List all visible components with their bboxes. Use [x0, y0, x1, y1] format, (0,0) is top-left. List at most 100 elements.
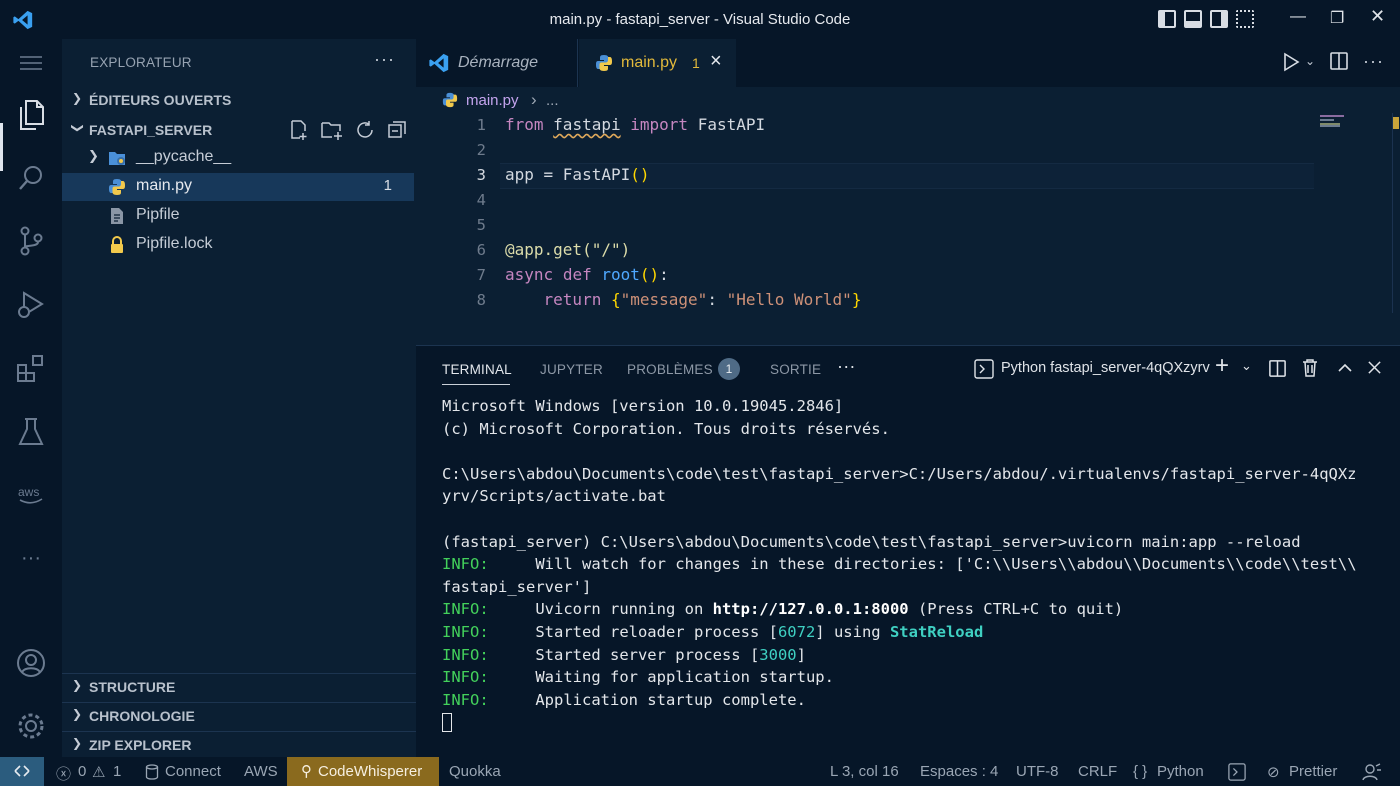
minimap[interactable] — [1318, 113, 1388, 153]
timeline-section[interactable]: ❯ CHRONOLOGIE — [62, 702, 416, 728]
extensions-icon[interactable] — [15, 352, 47, 384]
connect-button[interactable]: Connect — [165, 763, 221, 780]
python-icon — [596, 55, 612, 71]
explorer-sidebar: EXPLORATEUR ··· ❯ ÉDITEURS OUVERTS ❯ FAS… — [62, 39, 416, 757]
tree-item-pipfile-lock[interactable]: Pipfile.lock — [62, 231, 414, 259]
terminal-status-icon[interactable] — [1228, 763, 1246, 781]
tree-item-pycache[interactable]: ❯ __pycache__ — [62, 144, 414, 172]
account-icon[interactable] — [15, 647, 47, 679]
collapse-all-icon[interactable] — [386, 119, 408, 141]
terminal-output[interactable]: Microsoft Windows [version 10.0.19045.28… — [442, 395, 1357, 734]
breadcrumb-file[interactable]: main.py — [466, 92, 519, 109]
explorer-icon[interactable] — [15, 99, 47, 131]
codewhisperer-button[interactable]: ⚲ CodeWhisperer — [287, 757, 439, 786]
chevron-down-icon[interactable]: ⌄ — [1241, 358, 1252, 374]
tab-main-py[interactable]: main.py 1 × — [579, 39, 736, 87]
more-actions-icon[interactable]: ··· — [1363, 51, 1384, 73]
trash-icon[interactable] — [1301, 358, 1319, 378]
breadcrumb-symbols[interactable]: ... — [546, 92, 559, 109]
editor-scrollbar[interactable] — [1392, 113, 1400, 313]
tab-demarrage[interactable]: Démarrage — [416, 39, 578, 87]
panel-more-button[interactable]: ··· — [837, 356, 856, 377]
testing-flask-icon[interactable] — [15, 416, 47, 448]
layout-controls — [1158, 10, 1254, 28]
terminal-line: INFO: Started server process [3000] — [442, 644, 1357, 667]
code-editor[interactable]: 1 from fastapi import FastAPI 2 3 app = … — [416, 113, 1400, 345]
server-url-link[interactable]: http://127.0.0.1:8000 — [713, 600, 909, 618]
remote-indicator[interactable] — [0, 757, 44, 786]
toggle-secondary-sidebar-icon[interactable] — [1210, 10, 1228, 28]
project-section[interactable]: ❯ FASTAPI_SERVER — [62, 117, 416, 143]
end-of-line[interactable]: CRLF — [1078, 763, 1117, 780]
new-folder-icon[interactable] — [320, 119, 344, 141]
terminal-line: fastapi_server'] — [442, 577, 592, 596]
run-debug-icon[interactable] — [15, 289, 47, 321]
feedback-icon[interactable] — [1362, 763, 1382, 781]
minimize-button[interactable]: — — [1290, 8, 1306, 26]
quokka-button[interactable]: Quokka — [449, 763, 501, 780]
source-control-icon[interactable] — [15, 225, 47, 257]
tab-close-icon[interactable]: × — [710, 50, 722, 73]
keyword: def — [562, 265, 592, 284]
maximize-panel-icon[interactable] — [1337, 360, 1353, 376]
chevron-down-icon[interactable]: ⌄ — [1305, 54, 1315, 73]
new-terminal-icon[interactable]: + — [1215, 352, 1229, 380]
code-colon: : — [707, 290, 727, 309]
terminal-name[interactable]: Python fastapi_server-4qQXzyrv — [1001, 360, 1210, 376]
close-panel-icon[interactable] — [1367, 360, 1382, 375]
python-icon — [109, 179, 125, 195]
code-brace: } — [851, 290, 862, 309]
customize-layout-icon[interactable] — [1236, 10, 1254, 28]
tab-jupyter[interactable]: JUPYTER — [540, 362, 603, 377]
split-editor-icon[interactable] — [1329, 51, 1349, 71]
warning-icon[interactable]: ⚠ — [92, 763, 105, 781]
settings-gear-icon[interactable] — [15, 710, 47, 742]
menu-icon[interactable] — [15, 47, 47, 79]
new-file-icon[interactable] — [288, 119, 310, 141]
tab-problems[interactable]: PROBLÈMES — [627, 362, 713, 377]
code-line: 6 @app.get("/") — [416, 238, 1400, 263]
info-label: INFO: — [442, 600, 489, 619]
refresh-icon[interactable] — [354, 119, 376, 141]
chevron-right-icon: ❯ — [72, 736, 83, 750]
cursor-position[interactable]: L 3, col 16 — [830, 763, 899, 780]
run-python-file-icon[interactable] — [1281, 51, 1301, 73]
more-views-icon[interactable]: ··· — [15, 542, 47, 574]
toggle-panel-icon[interactable] — [1184, 10, 1202, 28]
restore-button[interactable]: ❐ — [1330, 8, 1344, 28]
language-mode[interactable]: Python — [1157, 763, 1204, 780]
encoding[interactable]: UTF-8 — [1016, 763, 1059, 780]
indentation[interactable]: Espaces : 4 — [920, 763, 998, 780]
warning-count[interactable]: 1 — [113, 763, 121, 780]
aws-icon[interactable]: aws — [15, 479, 47, 511]
tree-item-pipfile[interactable]: Pipfile — [62, 202, 414, 230]
structure-section[interactable]: ❯ STRUCTURE — [62, 673, 416, 699]
close-window-button[interactable]: ✕ — [1370, 6, 1385, 27]
tab-output[interactable]: SORTIE — [770, 362, 821, 377]
info-label: INFO: — [442, 622, 489, 641]
code-line: 3 app = FastAPI() — [416, 163, 1400, 188]
toggle-sidebar-icon[interactable] — [1158, 10, 1176, 28]
prettier-button[interactable]: Prettier — [1289, 763, 1337, 780]
function-name: root — [601, 265, 640, 284]
code-text: app = FastAPI — [505, 165, 631, 184]
editor-actions: ⌄ ··· — [1281, 51, 1384, 73]
file-icon — [111, 208, 123, 224]
tab-terminal[interactable]: TERMINAL — [442, 362, 512, 377]
status-bar: ⓧ 0 ⚠ 1 Connect AWS ⚲ CodeWhisperer Quok… — [0, 757, 1400, 786]
tree-item-label: Pipfile — [136, 206, 180, 223]
log-text: Application startup complete. — [488, 690, 806, 709]
tree-item-main-py[interactable]: main.py 1 — [62, 173, 414, 201]
split-terminal-icon[interactable] — [1268, 359, 1287, 378]
search-icon[interactable] — [15, 162, 47, 194]
zip-explorer-section[interactable]: ❯ ZIP EXPLORER — [62, 731, 416, 757]
explorer-more-button[interactable]: ··· — [374, 49, 395, 70]
terminal-icon — [974, 359, 994, 379]
section-label: STRUCTURE — [89, 679, 176, 695]
error-count[interactable]: 0 — [78, 763, 86, 780]
open-editors-section[interactable]: ❯ ÉDITEURS OUVERTS — [62, 87, 416, 113]
keyword: async — [505, 265, 554, 284]
error-icon[interactable]: ⓧ — [56, 763, 71, 784]
aws-button[interactable]: AWS — [244, 763, 278, 780]
keyword: return — [543, 290, 602, 309]
